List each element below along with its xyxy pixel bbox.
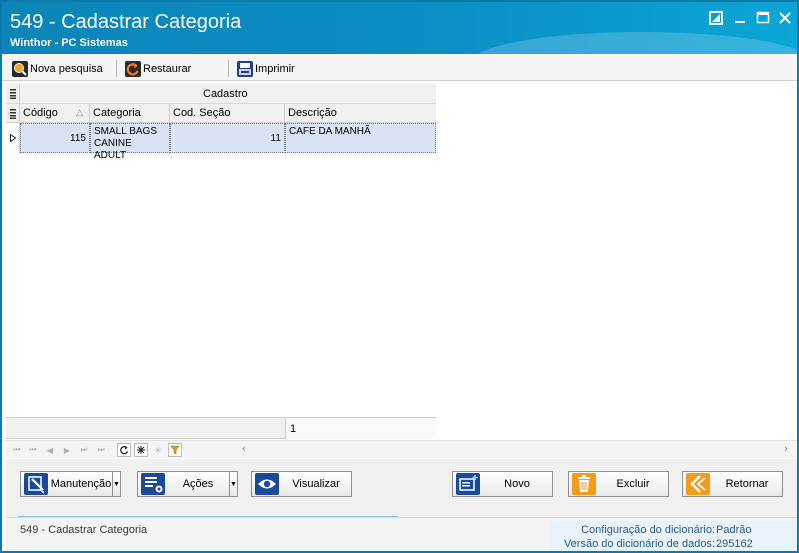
grid-navigator: ⏮ ⏮ ◀ ▶ ⏭ ⏭ ✳ ‹ › [6, 440, 797, 458]
dictionary-info: Configuração do dicionário: Padrão Versã… [550, 521, 797, 551]
column-header-descricao[interactable]: Descrição [285, 104, 436, 123]
prior-record-icon[interactable]: ◀ [43, 443, 57, 457]
cell-codigo[interactable]: 115 [20, 123, 90, 153]
column-header-label: Categoria [93, 107, 141, 119]
grid-band-header: Cadastro [6, 84, 436, 104]
grid-footer-row: 1 [6, 417, 436, 439]
cell-categoria-line: SMALL BAGS [94, 126, 157, 137]
retornar-label: Retornar [725, 478, 769, 490]
column-header-label: Código [23, 107, 58, 119]
current-row-indicator-icon [6, 123, 20, 153]
cell-categoria-line: CANINE ADULT [94, 138, 132, 161]
column-header-cod-secao[interactable]: Cod. Seção [170, 104, 285, 123]
dict-version-label: Versão do dicionário de dados: [563, 538, 715, 550]
maximize-icon[interactable] [756, 11, 772, 27]
acoes-dropdown-icon[interactable]: ▼ [229, 472, 237, 496]
status-routine: 549 - Cadastrar Categoria [20, 524, 148, 536]
cell-categoria[interactable]: SMALL BAGS CANINE ADULT [90, 123, 170, 161]
restore-icon [125, 61, 141, 77]
close-icon[interactable] [778, 11, 794, 27]
new-record-icon [454, 472, 482, 496]
action-bar: Manutenção ▼ Ações ▼ Visualizar Novo Exc… [6, 459, 797, 517]
title-bar-decoration [472, 32, 797, 54]
band-label: Cadastro [203, 88, 248, 100]
grid-header-row: Código △ Categoria Cod. Seção Descrição [6, 104, 436, 123]
column-header-label: Descrição [288, 107, 337, 119]
dict-version-value: 295162 [716, 538, 753, 550]
trash-icon [570, 472, 598, 496]
filter-icon[interactable] [168, 443, 182, 457]
novo-button[interactable]: Novo [452, 471, 553, 497]
restore-window-icon[interactable] [709, 11, 725, 27]
window-subtitle: Winthor - PC Sistemas [10, 37, 128, 49]
minimize-icon[interactable] [733, 11, 749, 27]
data-grid[interactable]: Cadastro Código △ Categoria Cod. Seção D… [6, 84, 797, 439]
cell-descricao[interactable]: CAFE DA MANHÃ [285, 123, 436, 153]
acoes-label: Ações [182, 478, 214, 490]
new-search-icon [12, 61, 28, 77]
visualizar-label: Visualizar [292, 478, 340, 490]
next-page-icon[interactable]: ⏭ [77, 443, 91, 457]
print-icon [237, 61, 253, 77]
maintenance-icon [22, 472, 50, 496]
toolbar-separator [228, 60, 229, 77]
restore-button[interactable]: Restaurar [125, 60, 191, 78]
title-bar[interactable]: 549 - Cadastrar Categoria Winthor - PC S… [2, 2, 797, 54]
print-button[interactable]: Imprimir [237, 60, 295, 78]
column-header-codigo[interactable]: Código △ [20, 104, 90, 123]
toolbar-separator [116, 60, 117, 77]
sort-ascending-icon: △ [76, 107, 83, 117]
novo-label: Novo [504, 478, 530, 490]
band-customize-icon[interactable] [6, 84, 20, 104]
print-label: Imprimir [255, 63, 295, 75]
new-search-button[interactable]: Nova pesquisa [12, 60, 103, 78]
insert-record-icon[interactable] [134, 443, 148, 457]
column-customize-icon[interactable] [6, 104, 20, 123]
dict-config-value: Padrão [716, 524, 752, 536]
record-count: 1 [285, 418, 436, 439]
dict-config-label: Configuração do dicionário: [581, 524, 715, 536]
clear-record-icon[interactable]: ✳ [151, 443, 165, 457]
visualizar-button[interactable]: Visualizar [251, 471, 352, 497]
scroll-right-icon[interactable]: › [784, 443, 788, 455]
status-divider [18, 516, 398, 517]
excluir-button[interactable]: Excluir [568, 471, 669, 497]
scroll-left-icon[interactable]: ‹ [242, 443, 246, 455]
toolbar: Nova pesquisa Restaurar Imprimir [2, 56, 797, 81]
column-header-label: Cod. Seção [173, 107, 231, 119]
return-arrow-icon [684, 472, 712, 496]
new-search-label: Nova pesquisa [30, 63, 103, 75]
acoes-button[interactable]: Ações ▼ [137, 471, 238, 497]
table-row[interactable]: 115 SMALL BAGS CANINE ADULT 11 CAFE DA M… [6, 123, 436, 161]
manutencao-dropdown-icon[interactable]: ▼ [112, 472, 120, 496]
first-page-icon[interactable]: ⏮ [10, 443, 24, 457]
restore-label: Restaurar [143, 63, 192, 75]
column-header-categoria[interactable]: Categoria [90, 104, 170, 123]
first-record-icon[interactable]: ⏮ [26, 443, 40, 457]
actions-icon [139, 472, 167, 496]
retornar-button[interactable]: Retornar [682, 471, 783, 497]
refresh-icon[interactable] [117, 443, 131, 457]
eye-icon [253, 472, 281, 496]
cell-cod-secao[interactable]: 11 [170, 123, 285, 153]
window-title: 549 - Cadastrar Categoria [10, 11, 242, 33]
next-record-icon[interactable]: ▶ [60, 443, 74, 457]
manutencao-button[interactable]: Manutenção ▼ [20, 471, 121, 497]
excluir-label: Excluir [616, 478, 650, 490]
manutencao-label: Manutenção [50, 478, 112, 490]
last-record-icon[interactable]: ⏭ [94, 443, 108, 457]
status-bar: 549 - Cadastrar Categoria Configuração d… [6, 516, 797, 551]
main-window: 549 - Cadastrar Categoria Winthor - PC S… [0, 0, 799, 553]
